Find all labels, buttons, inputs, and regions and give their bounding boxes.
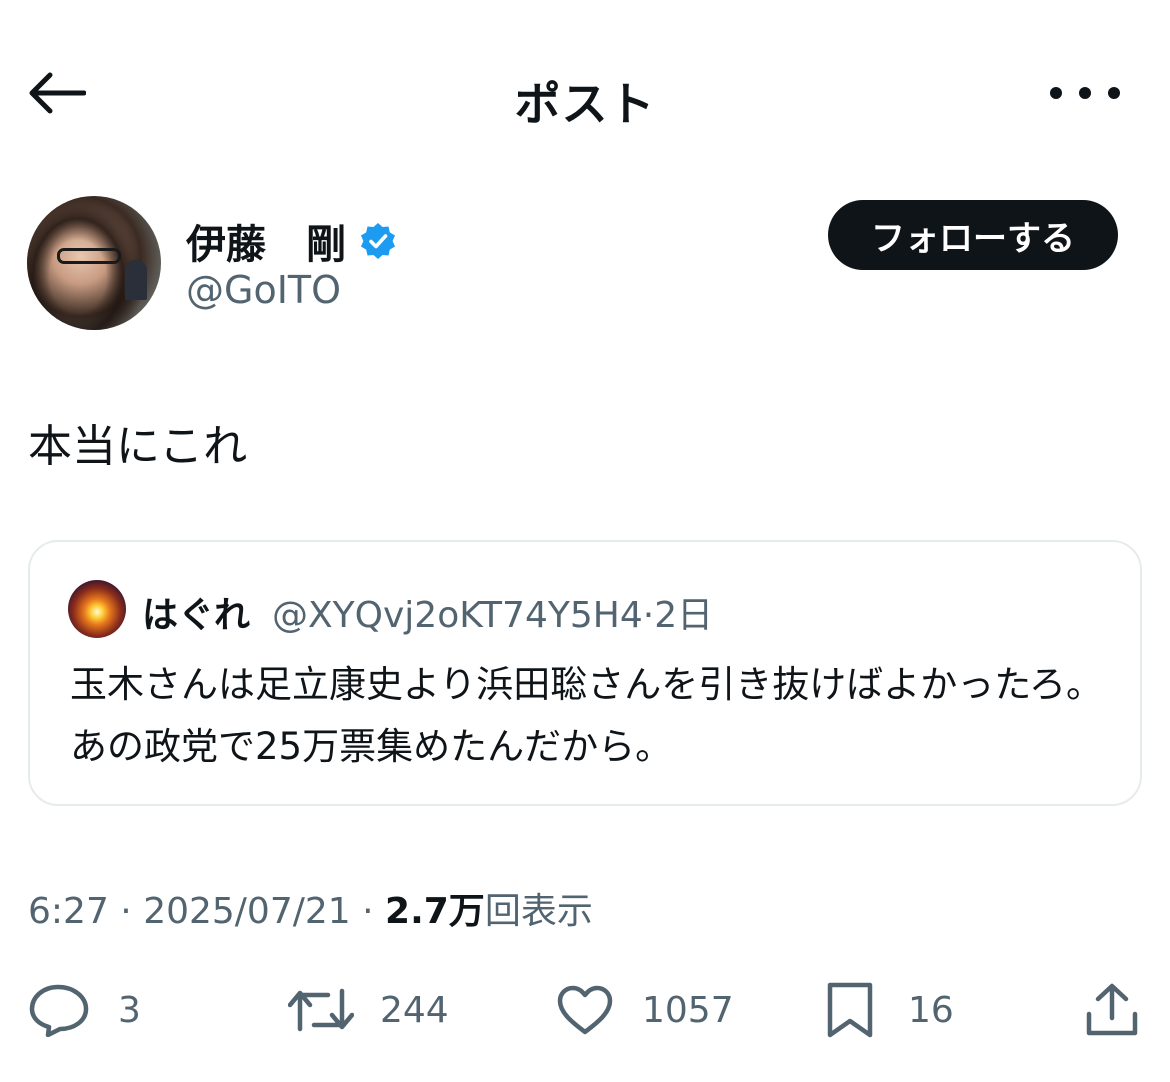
quoted-post-text: 玉木さんは足立康史より浜田聡さんを引き抜けばよかったろ。あの政党で25万票集めた…: [70, 663, 1104, 768]
quoted-separator: ·: [642, 595, 655, 636]
heart-icon: [557, 985, 613, 1035]
retweet-icon: [288, 988, 354, 1032]
quoted-author-avatar: [68, 580, 126, 638]
reply-button[interactable]: 3: [28, 980, 141, 1040]
reply-bubble-icon: [29, 984, 89, 1037]
quoted-author-name: はぐれ: [142, 595, 251, 636]
reply-count: 3: [118, 989, 141, 1031]
meta-separator: ·: [108, 891, 144, 932]
share-button[interactable]: [1084, 980, 1140, 1040]
post-time: 6:27: [28, 891, 109, 932]
quoted-post-time: 2日: [654, 595, 714, 636]
bookmark-button[interactable]: 16: [826, 980, 954, 1040]
quoted-author-handle: @XYQvj2oKT74Y5H4: [272, 595, 643, 636]
share-icon: [1086, 983, 1138, 1036]
author-name: 伊藤 剛: [186, 222, 346, 268]
avatar-background-figure: [125, 260, 147, 300]
quoted-post-header: はぐれ @XYQvj2oKT74Y5H4 · 2日: [142, 586, 713, 638]
post-date: 2025/07/21: [143, 891, 351, 932]
top-header: ポスト: [0, 40, 1170, 150]
views-label: 回表示: [484, 891, 593, 932]
author-handle[interactable]: @GoITO: [186, 268, 341, 312]
post-detail-page: ポスト 伊藤 剛 @GoITO フォローする 本当にこれ はぐれ @XYQvj2…: [0, 0, 1170, 1082]
views-count[interactable]: 2.7万: [385, 882, 485, 934]
quoted-post-card[interactable]: はぐれ @XYQvj2oKT74Y5H4 · 2日 玉木さんは足立康史より浜田聡…: [28, 540, 1142, 806]
author-avatar[interactable]: [27, 196, 161, 330]
more-horizontal-icon: [1050, 87, 1062, 99]
post-meta: 6:27 · 2025/07/21 · 2.7万 回表示: [28, 882, 593, 934]
retweet-button[interactable]: 244: [288, 980, 449, 1040]
verified-badge-icon: [361, 223, 395, 259]
like-count: 1057: [642, 989, 734, 1031]
page-title: ポスト: [514, 77, 656, 131]
bookmark-icon: [827, 982, 873, 1038]
more-dot: [1079, 87, 1091, 99]
meta-separator: ·: [350, 891, 386, 932]
avatar-glasses: [57, 248, 121, 264]
bookmark-count: 16: [908, 989, 954, 1031]
author-name-row[interactable]: 伊藤 剛: [186, 212, 398, 270]
follow-button[interactable]: フォローする: [828, 200, 1118, 270]
action-bar: 3 244 1057 16: [0, 970, 1170, 1050]
retweet-count: 244: [380, 989, 449, 1031]
like-button[interactable]: 1057: [556, 980, 734, 1040]
more-dot: [1108, 87, 1120, 99]
tweet-text: 本当にこれ: [28, 421, 248, 472]
more-options-button[interactable]: [1050, 78, 1120, 108]
